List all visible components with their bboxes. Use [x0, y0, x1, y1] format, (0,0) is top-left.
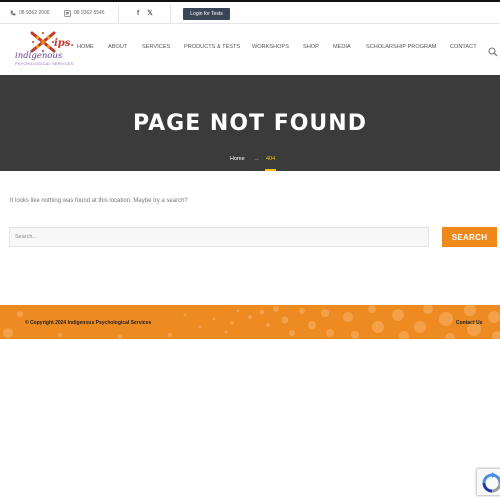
- copyright-text: © Copyright 2024 Indigenous Psychologica…: [25, 320, 152, 326]
- search-button[interactable]: SEARCH: [442, 227, 497, 247]
- divider: [170, 4, 171, 24]
- nav-item-workshops[interactable]: WORKSHOPS: [252, 44, 289, 50]
- recaptcha-icon: [482, 472, 500, 493]
- nav-item-about[interactable]: ABOUT: [108, 44, 127, 50]
- fax-icon: [64, 9, 71, 17]
- facebook-icon[interactable]: f: [133, 8, 143, 18]
- logo-mark-icon: ips. indigenous PSYCHOLOGICAL SERVICES: [15, 31, 74, 66]
- nav-item-home[interactable]: HOME: [77, 44, 94, 50]
- breadcrumb-current: 404: [266, 156, 276, 162]
- svg-text:indigenous: indigenous: [15, 51, 63, 61]
- phone-number: 08 9362 2006: [19, 10, 50, 16]
- not-found-message: It looks like nothing was found at this …: [10, 198, 188, 204]
- breadcrumb-home-link[interactable]: Home: [230, 156, 245, 162]
- phone-contact[interactable]: 08 9362 2006: [10, 8, 50, 18]
- fax-contact[interactable]: 08 9362 5546: [64, 8, 105, 18]
- phone-icon: [10, 10, 16, 16]
- nav-item-shop[interactable]: SHOP: [303, 44, 319, 50]
- nav-item-media[interactable]: MEDIA: [333, 44, 351, 50]
- recaptcha-badge[interactable]: [476, 468, 500, 496]
- top-bar: 08 9362 2006 08 9362 5546 f 𝕏 Login for …: [0, 2, 500, 24]
- nav-item-contact[interactable]: CONTACT: [450, 44, 477, 50]
- nav-item-services[interactable]: SERVICES: [142, 44, 170, 50]
- footer-contact-link[interactable]: Contact Us: [456, 320, 482, 326]
- x-icon[interactable]: 𝕏: [145, 8, 155, 18]
- login-for-tests-button[interactable]: Login for Tests: [183, 8, 230, 20]
- svg-text:ips.: ips.: [54, 38, 74, 49]
- breadcrumb-underline: [265, 169, 276, 171]
- nav-item-scholarship-program[interactable]: SCHOLARSHIP PROGRAM: [366, 44, 436, 50]
- svg-text:PSYCHOLOGICAL SERVICES: PSYCHOLOGICAL SERVICES: [15, 62, 74, 66]
- nav-item-products-tests[interactable]: PRODUCTS & TESTS: [184, 44, 240, 50]
- breadcrumb-arrow-icon: →: [254, 156, 260, 162]
- search-icon[interactable]: [488, 44, 498, 57]
- search-input[interactable]: [9, 227, 429, 247]
- fax-number: 08 9362 5546: [74, 10, 105, 16]
- divider: [118, 4, 119, 24]
- page-title: PAGE NOT FOUND: [133, 111, 367, 136]
- site-logo[interactable]: ips. indigenous PSYCHOLOGICAL SERVICES: [13, 30, 75, 68]
